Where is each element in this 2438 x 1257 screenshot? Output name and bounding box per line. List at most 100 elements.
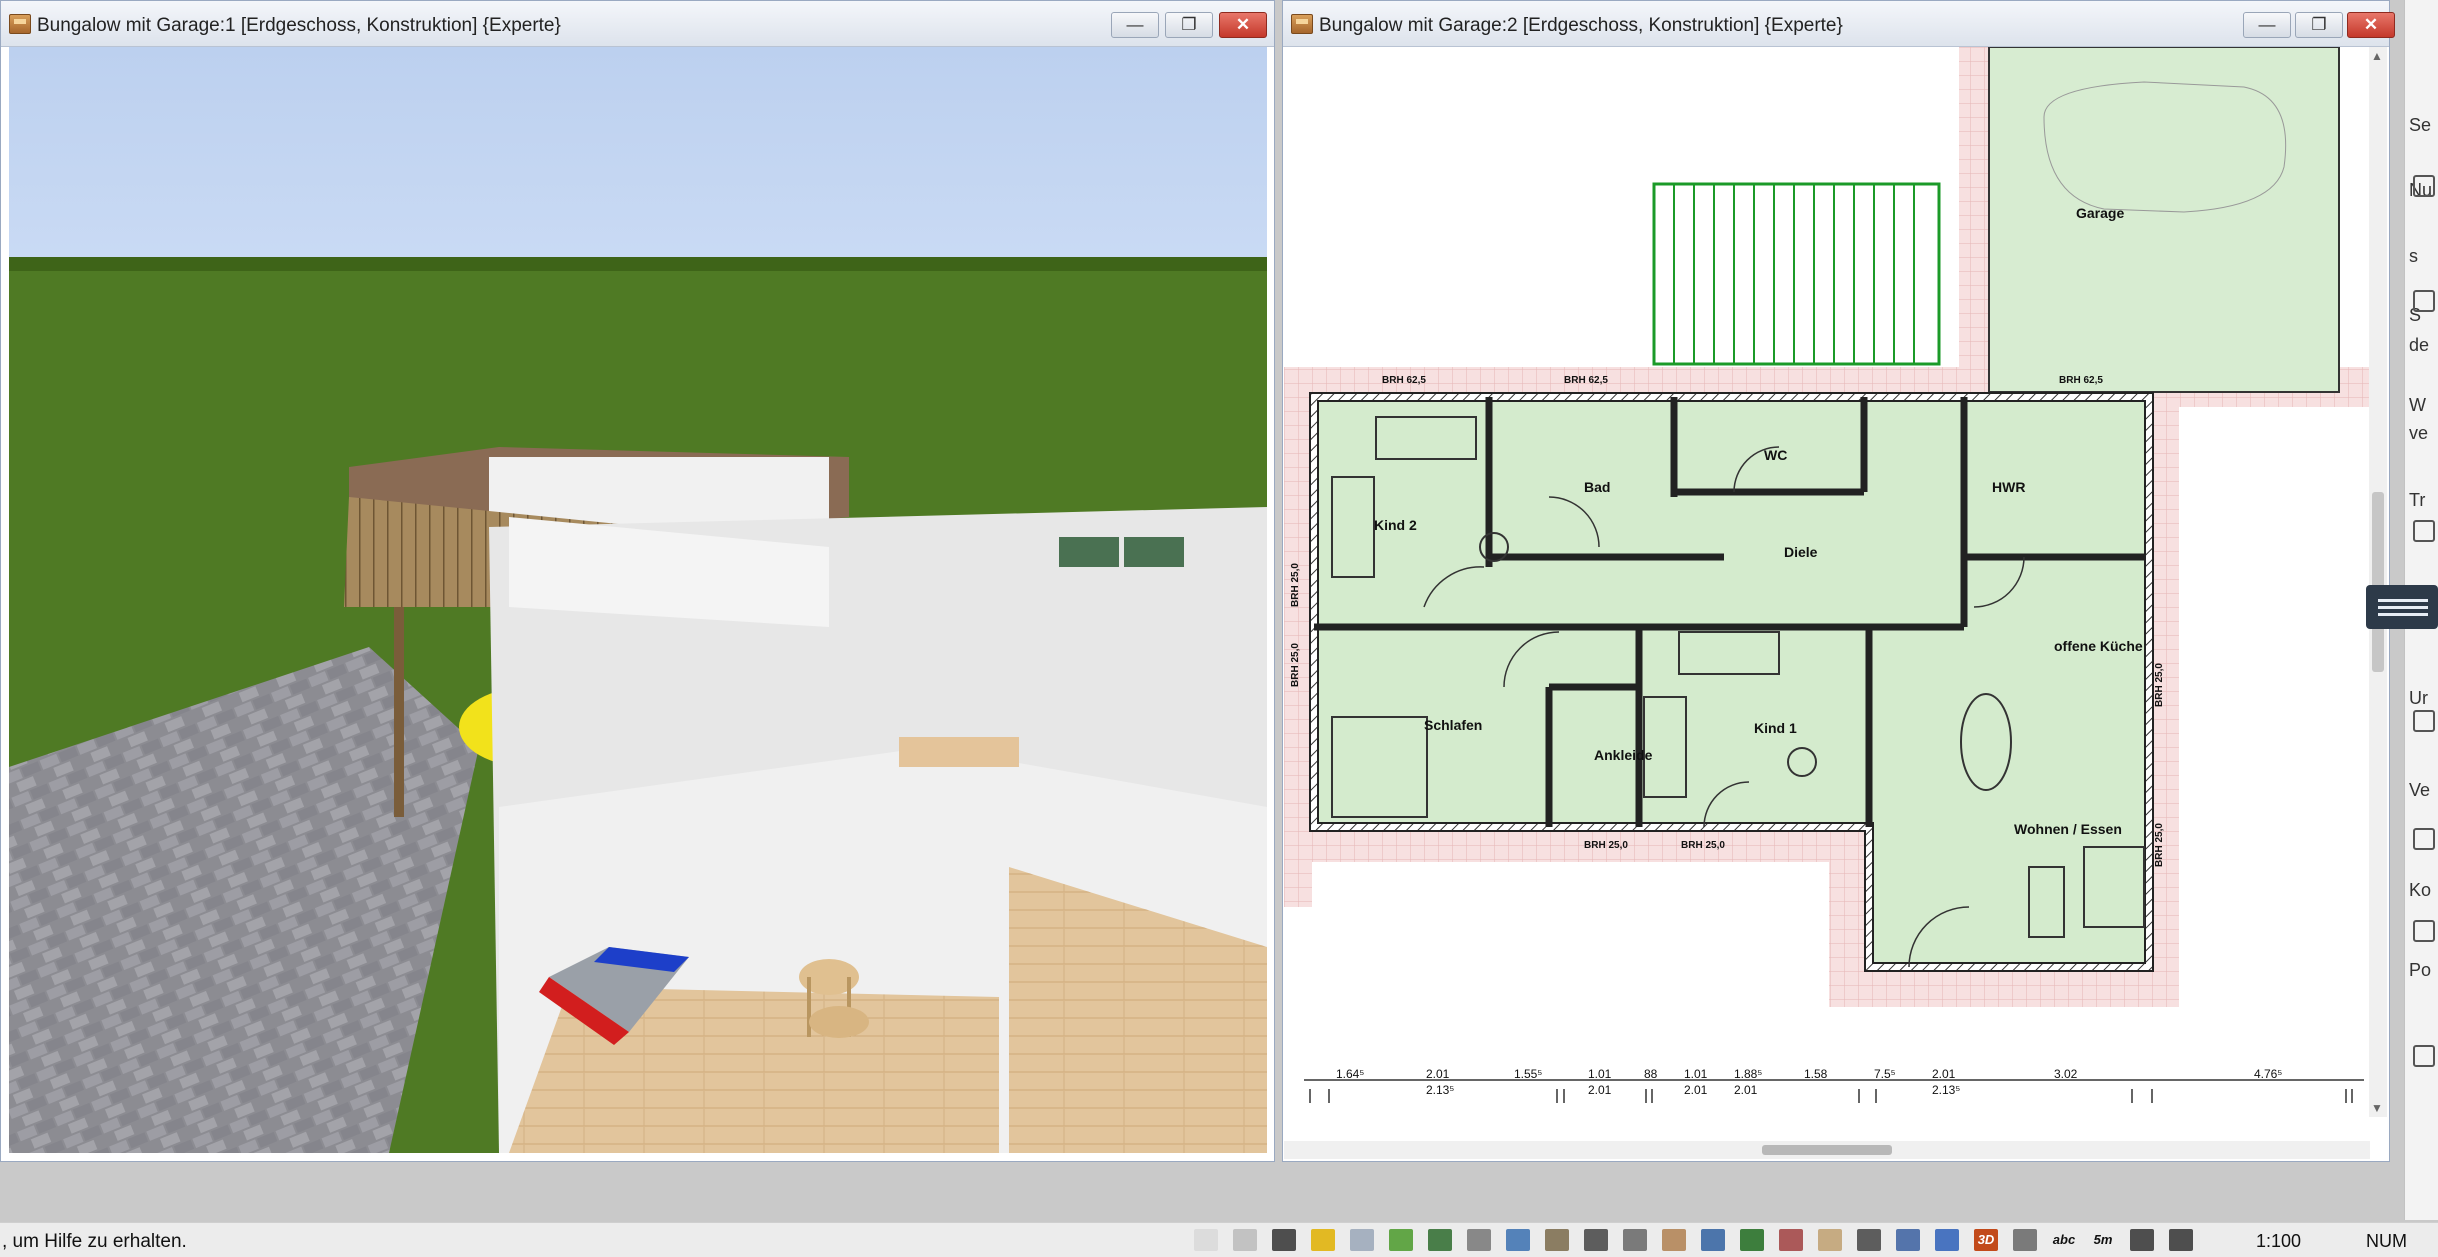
restore-button[interactable]: ❐: [1165, 12, 1213, 38]
tool-icon[interactable]: [2413, 175, 2435, 197]
dimension-label: 1.64⁵: [1336, 1067, 1365, 1081]
camera-icon[interactable]: [2169, 1229, 2193, 1251]
room-label: Schlafen: [1424, 717, 1483, 733]
minimize-button[interactable]: —: [2243, 12, 2291, 38]
window-brh-label: BRH 25,0: [2154, 663, 2165, 707]
car-icon[interactable]: [1896, 1229, 1920, 1251]
stairs-icon[interactable]: [1506, 1229, 1530, 1251]
texture-icon[interactable]: [1428, 1229, 1452, 1251]
window-brh-label: BRH 25,0: [1290, 643, 1301, 687]
title-bar[interactable]: Bungalow mit Garage:1 [Erdgeschoss, Kons…: [1, 1, 1274, 47]
dimension-label: 2.01: [1734, 1083, 1758, 1097]
dimension-label: 4.76⁵: [2254, 1067, 2283, 1081]
scroll-thumb[interactable]: [2372, 492, 2384, 672]
tool-palette-item[interactable]: ve: [2409, 423, 2428, 444]
scroll-up-arrow-icon[interactable]: ▲: [2371, 49, 2383, 63]
grid-icon[interactable]: [1272, 1229, 1296, 1251]
title-bar[interactable]: Bungalow mit Garage:2 [Erdgeschoss, Kons…: [1283, 1, 2395, 47]
tool-palette-item[interactable]: Ur: [2409, 688, 2428, 709]
room-label: Bad: [1584, 479, 1611, 495]
tool-palette-item[interactable]: Se: [2409, 115, 2431, 136]
tool-palette-item[interactable]: Ko: [2409, 880, 2431, 901]
dimension-label: 7.5⁵: [1874, 1067, 1896, 1081]
window-brh-label: BRH 25,0: [1584, 840, 1628, 851]
window-brh-label: BRH 62,5: [2059, 375, 2103, 386]
floor-plan-canvas[interactable]: Garage Bad WC HWR Kind 2 Diele offene Küche Sch…: [1284, 47, 2370, 1107]
window-floor-plan[interactable]: Bungalow mit Garage:2 [Erdgeschoss, Kons…: [1282, 0, 2395, 1162]
5m-icon[interactable]: 5m: [2091, 1229, 2115, 1251]
dimension-label: 2.13⁵: [1426, 1083, 1455, 1097]
chair-icon[interactable]: [1701, 1229, 1725, 1251]
restore-button[interactable]: ❐: [2295, 12, 2343, 38]
footprints-icon[interactable]: [1584, 1229, 1608, 1251]
dimension-ticks: [1309, 1089, 2353, 1103]
dimension-label: 1.88⁵: [1734, 1067, 1763, 1081]
3d-scene: [9, 47, 1267, 1153]
furniture-icon[interactable]: [1662, 1229, 1686, 1251]
stamp-icon[interactable]: [1818, 1229, 1842, 1251]
terrain-icon[interactable]: [1389, 1229, 1413, 1251]
close-button[interactable]: ✕: [1219, 12, 1267, 38]
tool-icon[interactable]: [2413, 290, 2435, 312]
dimension-label: 1.58: [1804, 1067, 1828, 1081]
tree-icon[interactable]: [1740, 1229, 1764, 1251]
room-label: offene Küche: [2054, 638, 2143, 654]
pergola-symbol: [1652, 182, 1941, 366]
vertical-scrollbar[interactable]: ▲ ▼: [2369, 47, 2387, 1117]
3d-icon[interactable]: 3D: [1974, 1229, 1998, 1251]
3d-viewport[interactable]: [9, 47, 1267, 1153]
horizontal-scrollbar[interactable]: [1284, 1141, 2370, 1159]
scroll-down-arrow-icon[interactable]: ▼: [2371, 1101, 2383, 1115]
tool-palette-item[interactable]: s: [2409, 246, 2418, 267]
minimize-button[interactable]: —: [1111, 12, 1159, 38]
tool-icon[interactable]: [2413, 1045, 2435, 1067]
hatch-icon[interactable]: [1467, 1229, 1491, 1251]
tool-icon[interactable]: [2413, 710, 2435, 732]
dimension-label: 1.01: [1684, 1067, 1708, 1081]
room-label: Ankleide: [1594, 747, 1653, 763]
tool-icon[interactable]: [2413, 520, 2435, 542]
tool-icon[interactable]: [2413, 920, 2435, 942]
window-brh-label: BRH 25,0: [2154, 823, 2165, 867]
dimension-icon[interactable]: [2013, 1229, 2037, 1251]
floor-plan-drawing: [1284, 47, 2370, 1103]
object-icon[interactable]: [1545, 1229, 1569, 1251]
app-icon: [9, 14, 31, 34]
room-label: Kind 1: [1754, 720, 1797, 736]
close-button[interactable]: ✕: [2347, 12, 2395, 38]
abc-icon[interactable]: abc: [2052, 1229, 2076, 1251]
tool-palette-item[interactable]: Tr: [2409, 490, 2425, 511]
panel-grip-icon[interactable]: [2366, 585, 2438, 629]
dimension-label: 2.01: [1426, 1067, 1450, 1081]
monitor-icon[interactable]: [1935, 1229, 1959, 1251]
lamp-icon[interactable]: [1623, 1229, 1647, 1251]
ruler-icon[interactable]: [1233, 1229, 1257, 1251]
scroll-thumb[interactable]: [1762, 1145, 1892, 1155]
garage-area: [1988, 47, 2340, 393]
window-title: Bungalow mit Garage:1 [Erdgeschoss, Kons…: [37, 15, 561, 36]
tool-palette-item[interactable]: Ve: [2409, 780, 2430, 801]
roof-icon[interactable]: [1779, 1229, 1803, 1251]
scale-indicator[interactable]: 1:100: [2256, 1231, 2301, 1252]
room-label: Wohnen / Essen: [2014, 821, 2122, 837]
window-brh-label: BRH 62,5: [1564, 375, 1608, 386]
north-icon[interactable]: [2130, 1229, 2154, 1251]
tool-palette-item[interactable]: W: [2409, 395, 2426, 416]
dimension-label: 88: [1644, 1067, 1658, 1081]
app-icon: [1291, 14, 1313, 34]
tool-palette-item[interactable]: Po: [2409, 960, 2431, 981]
tool-icon[interactable]: [2413, 828, 2435, 850]
dimension-label: 3.02: [2054, 1067, 2078, 1081]
pencil-icon[interactable]: [1311, 1229, 1335, 1251]
tools-icon[interactable]: [1857, 1229, 1881, 1251]
dimension-label: 2.01: [1932, 1067, 1956, 1081]
page-icon[interactable]: [1194, 1229, 1218, 1251]
dimension-label: 1.55⁵: [1514, 1067, 1543, 1081]
dimension-label: 1.01: [1588, 1067, 1612, 1081]
window-3d-view[interactable]: Bungalow mit Garage:1 [Erdgeschoss, Kons…: [0, 0, 1275, 1162]
window-pane: [1059, 537, 1119, 567]
layer-icon[interactable]: [1350, 1229, 1374, 1251]
dimension-label: 2.01: [1684, 1083, 1708, 1097]
tool-palette-item[interactable]: de: [2409, 335, 2429, 356]
window-brh-label: BRH 25,0: [1290, 563, 1301, 607]
